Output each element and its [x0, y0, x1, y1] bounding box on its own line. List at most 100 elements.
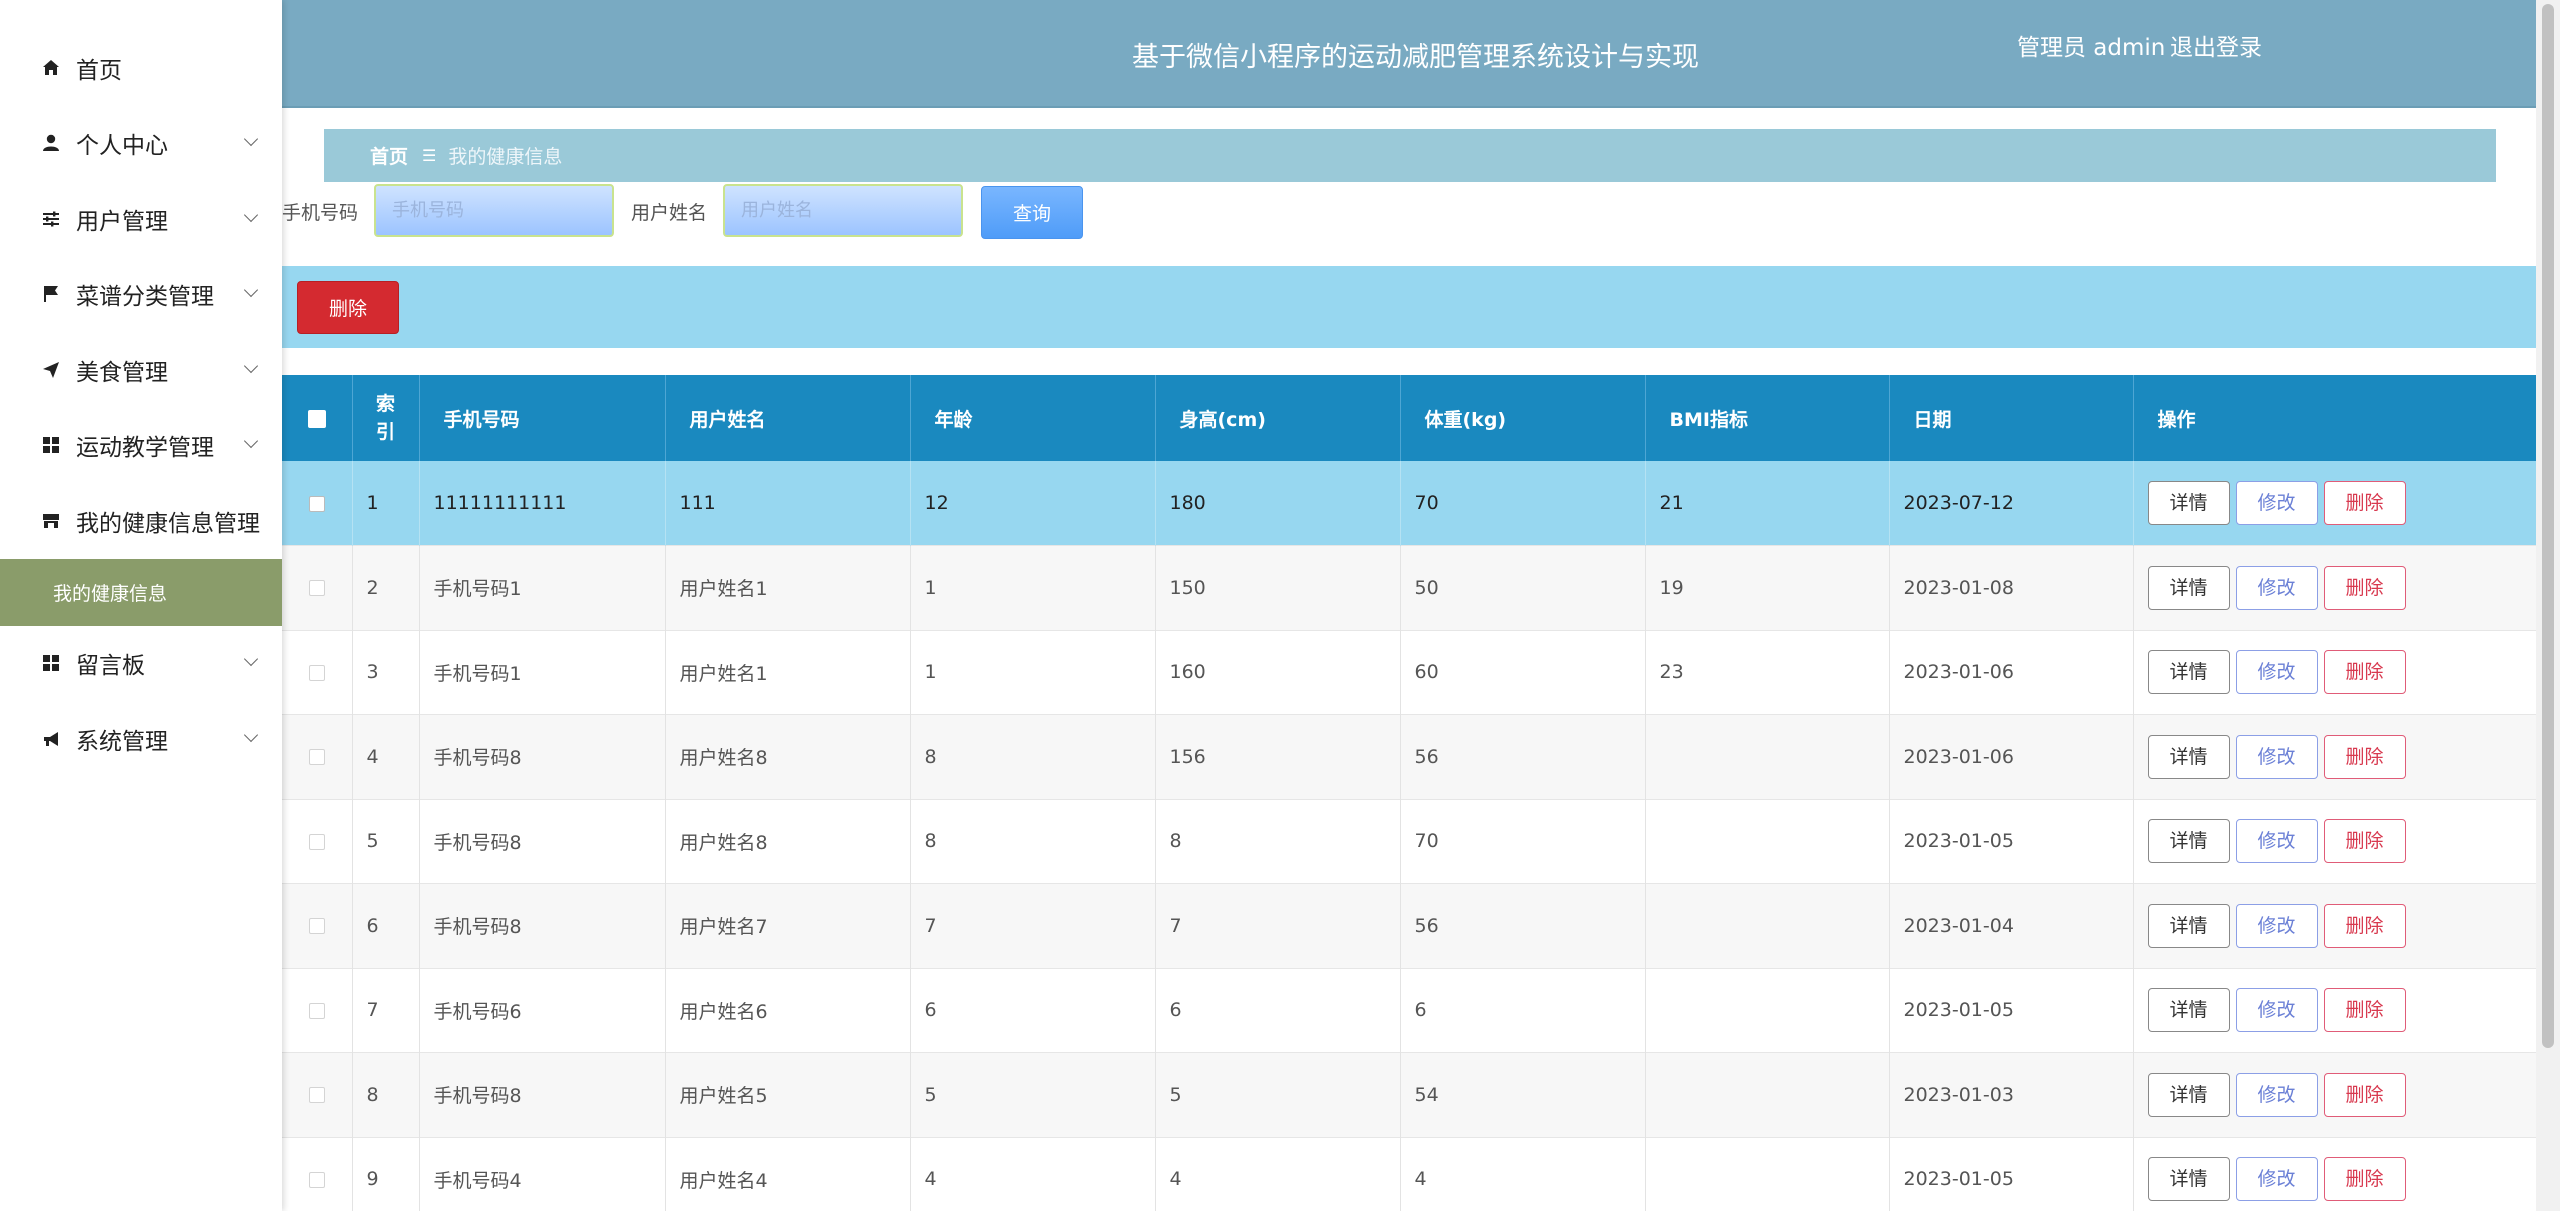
query-button[interactable]: 查询 — [981, 186, 1083, 239]
edit-button[interactable]: 修改 — [2235, 565, 2318, 610]
detail-button[interactable]: 详情 — [2147, 650, 2230, 695]
cell-name: 用户姓名8 — [665, 799, 911, 884]
table-row[interactable]: 9 手机号码4 用户姓名4 4 4 4 2023-01-05 详情 修改 删除 — [282, 1137, 2536, 1211]
detail-button[interactable]: 详情 — [2147, 734, 2230, 779]
table-row[interactable]: 8 手机号码8 用户姓名5 5 5 54 2023-01-03 详情 修改 删除 — [282, 1052, 2536, 1137]
store-icon — [40, 510, 62, 532]
col-name: 用户姓名 — [665, 375, 911, 461]
delete-button[interactable]: 删除 — [2323, 819, 2406, 864]
edit-button[interactable]: 修改 — [2235, 1157, 2318, 1202]
breadcrumb-home[interactable]: 首页 — [370, 142, 408, 169]
cell-name: 用户姓名7 — [665, 883, 911, 968]
edit-button[interactable]: 修改 — [2235, 734, 2318, 779]
cell-index: 8 — [352, 1052, 420, 1137]
cell-height: 160 — [1155, 630, 1401, 715]
cell-index: 1 — [352, 461, 420, 546]
scrollbar-thumb[interactable] — [2542, 4, 2554, 1048]
row-checkbox[interactable] — [308, 580, 325, 597]
sidebar-subitem-my-health-info[interactable]: 我的健康信息 — [0, 558, 282, 626]
delete-button[interactable]: 删除 — [2323, 1157, 2406, 1202]
name-search-input[interactable] — [723, 184, 963, 237]
cell-weight: 60 — [1400, 630, 1646, 715]
cell-age: 1 — [910, 545, 1156, 630]
cell-age: 7 — [910, 883, 1156, 968]
flag-icon — [40, 283, 62, 305]
row-checkbox[interactable] — [308, 664, 325, 681]
col-phone: 手机号码 — [419, 375, 666, 461]
edit-button[interactable]: 修改 — [2235, 481, 2318, 525]
user-icon — [40, 132, 62, 154]
cell-name: 111 — [665, 461, 911, 546]
table-row[interactable]: 4 手机号码8 用户姓名8 8 156 56 2023-01-06 详情 修改 删除 — [282, 714, 2536, 799]
row-checkbox[interactable] — [308, 833, 325, 850]
sidebar-item-1[interactable]: 个人中心 — [0, 106, 282, 182]
row-checkbox[interactable] — [308, 918, 325, 935]
cell-height: 150 — [1155, 545, 1401, 630]
sidebar-item-3[interactable]: 菜谱分类管理 — [0, 257, 282, 333]
detail-button[interactable]: 详情 — [2147, 903, 2230, 948]
sidebar-item-4[interactable]: 美食管理 — [0, 332, 282, 408]
cell-bmi — [1645, 968, 1890, 1053]
cell-height: 6 — [1155, 968, 1401, 1053]
cell-index: 6 — [352, 883, 420, 968]
sidebar-item-8[interactable]: 系统管理 — [0, 701, 282, 777]
cell-phone: 手机号码8 — [419, 799, 666, 884]
page-scrollbar[interactable] — [2536, 0, 2560, 1211]
breadcrumb-separator-icon: ☰ — [422, 146, 437, 165]
sidebar-item-7[interactable]: 留言板 — [0, 626, 282, 702]
detail-button[interactable]: 详情 — [2147, 1072, 2230, 1117]
row-select-cell — [282, 1052, 353, 1137]
cell-bmi — [1645, 883, 1890, 968]
sidebar-item-6[interactable]: 我的健康信息管理 — [0, 483, 282, 559]
table-row[interactable]: 5 手机号码8 用户姓名8 8 8 70 2023-01-05 详情 修改 删除 — [282, 799, 2536, 884]
delete-button[interactable]: 删除 — [2323, 481, 2406, 525]
sidebar-item-label: 系统管理 — [76, 728, 168, 755]
edit-button[interactable]: 修改 — [2235, 988, 2318, 1033]
detail-button[interactable]: 详情 — [2147, 819, 2230, 864]
chevron-down-icon — [243, 727, 259, 742]
sidebar-item-label: 我的健康信息管理 — [76, 510, 260, 537]
edit-button[interactable]: 修改 — [2235, 1072, 2318, 1117]
delete-button[interactable]: 删除 — [2323, 565, 2406, 610]
row-checkbox[interactable] — [308, 1002, 325, 1019]
table-row[interactable]: 2 手机号码1 用户姓名1 1 150 50 19 2023-01-08 详情 修改 删除 — [282, 545, 2536, 631]
sidebar-item-2[interactable]: 用户管理 — [0, 181, 282, 257]
table-row[interactable]: 6 手机号码8 用户姓名7 7 7 56 2023-01-04 详情 修改 删除 — [282, 883, 2536, 968]
table-row[interactable]: 3 手机号码1 用户姓名1 1 160 60 23 2023-01-06 详情 修改 删除 — [282, 630, 2536, 715]
col-date: 日期 — [1889, 375, 2134, 461]
cell-ops: 详情 修改 删除 — [2133, 546, 2536, 631]
sidebar-item-5[interactable]: 运动教学管理 — [0, 408, 282, 484]
cell-age: 8 — [910, 714, 1156, 799]
detail-button[interactable]: 详情 — [2147, 988, 2230, 1033]
cell-phone: 11111111111 — [419, 461, 666, 546]
row-checkbox[interactable] — [308, 749, 325, 766]
delete-button[interactable]: 删除 — [2323, 903, 2406, 948]
batch-delete-button[interactable]: 删除 — [297, 281, 399, 334]
detail-button[interactable]: 详情 — [2147, 565, 2230, 610]
delete-button[interactable]: 删除 — [2323, 988, 2406, 1033]
row-checkbox[interactable] — [308, 1171, 325, 1188]
row-checkbox[interactable] — [308, 495, 325, 512]
delete-button[interactable]: 删除 — [2323, 1072, 2406, 1117]
action-bar: 删除 — [282, 266, 2536, 348]
table-row[interactable]: 7 手机号码6 用户姓名6 6 6 6 2023-01-05 详情 修改 删除 — [282, 968, 2536, 1053]
edit-button[interactable]: 修改 — [2235, 650, 2318, 695]
cell-name: 用户姓名6 — [665, 968, 911, 1053]
phone-search-input[interactable] — [374, 184, 614, 237]
delete-button[interactable]: 删除 — [2323, 734, 2406, 779]
cell-age: 4 — [910, 1137, 1156, 1211]
detail-button[interactable]: 详情 — [2147, 481, 2230, 525]
breadcrumb: 首页 ☰ 我的健康信息 — [324, 129, 2496, 182]
logout-link[interactable]: 退出登录 — [2170, 28, 2262, 62]
table-row[interactable]: 1 11111111111 111 12 180 70 21 2023-07-12 详情 修改 删除 — [282, 461, 2536, 546]
chevron-down-icon — [243, 132, 259, 147]
select-all-checkbox[interactable] — [307, 409, 326, 428]
edit-button[interactable]: 修改 — [2235, 903, 2318, 948]
detail-button[interactable]: 详情 — [2147, 1157, 2230, 1202]
sidebar-item-0[interactable]: 首页 — [0, 30, 282, 106]
edit-button[interactable]: 修改 — [2235, 819, 2318, 864]
row-checkbox[interactable] — [308, 1087, 325, 1104]
delete-button[interactable]: 删除 — [2323, 650, 2406, 695]
col-height: 身高(cm) — [1155, 375, 1401, 461]
cell-height: 4 — [1155, 1137, 1401, 1211]
